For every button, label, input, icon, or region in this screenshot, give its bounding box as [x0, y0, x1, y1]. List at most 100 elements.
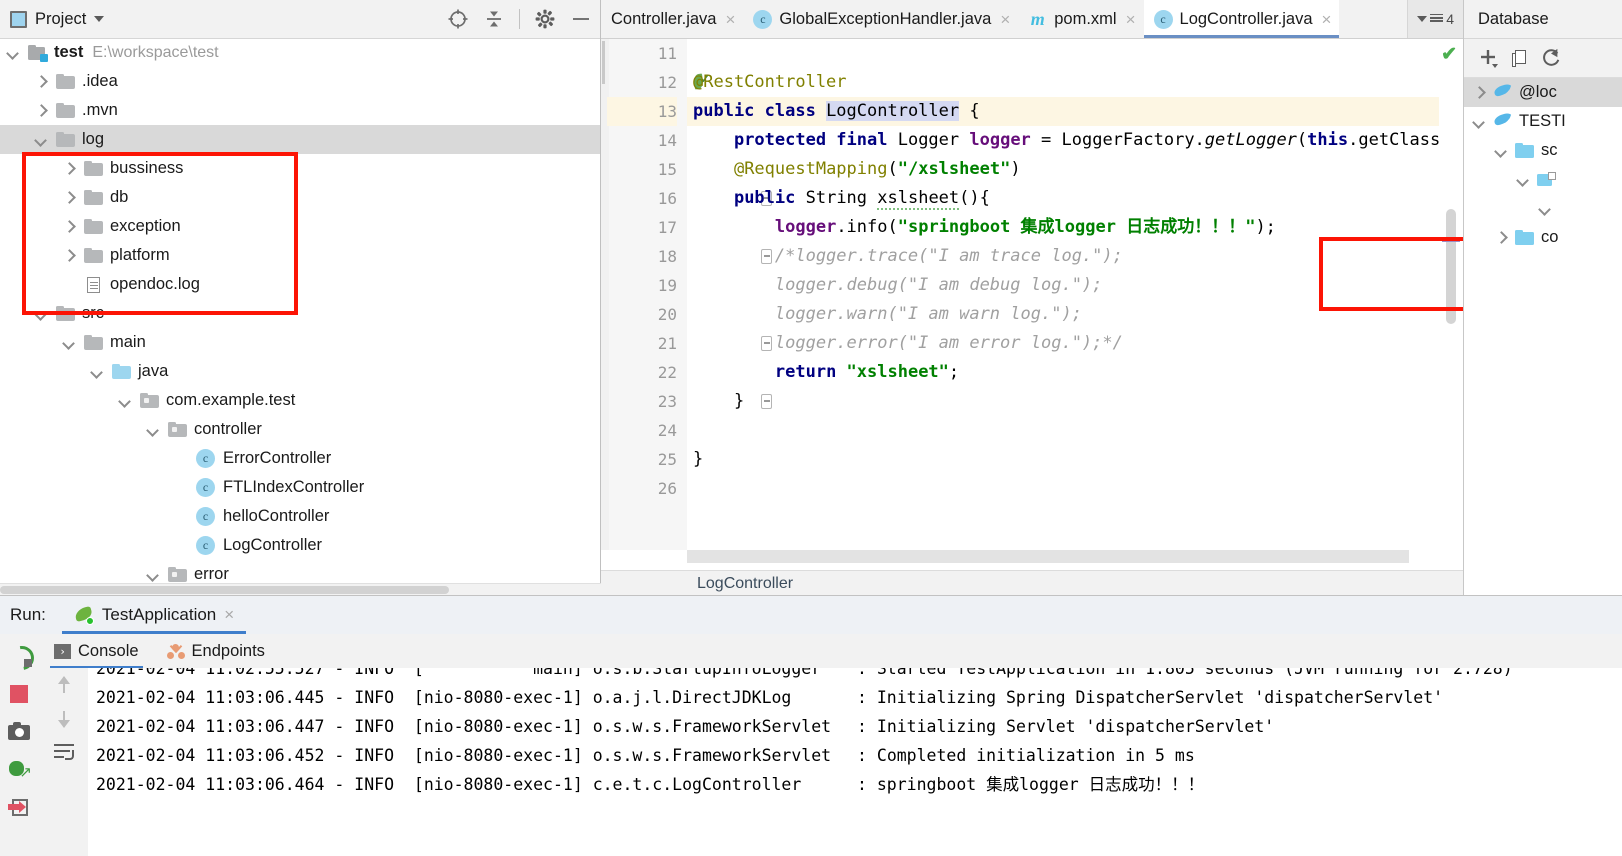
tree-row-.mvn[interactable]: .mvn: [0, 96, 600, 125]
tree-row-bussiness[interactable]: bussiness: [0, 154, 600, 183]
tree-row-java[interactable]: java: [0, 357, 600, 386]
gear-icon[interactable]: [534, 8, 556, 30]
debug-icon[interactable]: ↗: [8, 758, 32, 782]
screenshot-icon[interactable]: [8, 720, 32, 744]
tree-row-controller[interactable]: controller: [0, 415, 600, 444]
code-line[interactable]: }: [687, 387, 1439, 416]
chevron-right-icon[interactable]: [62, 162, 75, 175]
code-line[interactable]: }: [687, 445, 1439, 474]
close-icon[interactable]: ×: [998, 11, 1010, 28]
tree-row-LogController[interactable]: cLogController: [0, 531, 600, 560]
tree-row-error[interactable]: error: [0, 560, 600, 584]
tree-row-FTLIndexController[interactable]: cFTLIndexController: [0, 473, 600, 502]
duplicate-icon[interactable]: [1512, 50, 1527, 67]
close-icon[interactable]: ×: [1124, 11, 1136, 28]
run-subtab-console[interactable]: ›Console: [40, 634, 153, 668]
close-icon[interactable]: ×: [224, 605, 234, 625]
tree-row-exception[interactable]: exception: [0, 212, 600, 241]
code-line[interactable]: [687, 416, 1439, 445]
soft-wrap-icon[interactable]: [53, 742, 75, 762]
tree-row-platform[interactable]: platform: [0, 241, 600, 270]
tree-row-label: java: [138, 362, 168, 381]
tree-row-ErrorController[interactable]: cErrorController: [0, 444, 600, 473]
editor-tab-GlobalExceptionHandler-java[interactable]: cGlobalExceptionHandler.java×: [743, 0, 1018, 38]
chevron-right-icon[interactable]: [62, 220, 75, 233]
rerun-icon[interactable]: [8, 644, 32, 668]
editor-tab-Controller-java[interactable]: Controller.java×: [601, 0, 743, 38]
chevron-down-icon[interactable]: [62, 336, 75, 349]
tree-row-src[interactable]: src: [0, 299, 600, 328]
editor-tab-bar: Controller.java×cGlobalExceptionHandler.…: [601, 0, 1463, 39]
export-icon[interactable]: [8, 796, 32, 820]
run-subtab-endpoints[interactable]: Endpoints: [153, 634, 279, 668]
locate-icon[interactable]: [447, 8, 469, 30]
code-line[interactable]: [687, 474, 1439, 503]
chevron-down-icon[interactable]: [90, 365, 103, 378]
database-tree[interactable]: @locTESTI sc co: [1464, 78, 1622, 252]
code-line[interactable]: public class LogController {: [687, 97, 1439, 126]
editor-tab-LogController-java[interactable]: cLogController.java×: [1144, 0, 1340, 38]
refresh-icon[interactable]: [1541, 48, 1561, 68]
chevron-down-icon[interactable]: [146, 423, 159, 436]
inspection-ok-icon[interactable]: ✔︎: [1441, 45, 1457, 64]
chevron-right-icon[interactable]: [1494, 231, 1507, 244]
tree-row-com.example.test[interactable]: com.example.test: [0, 386, 600, 415]
chevron-right-icon[interactable]: [34, 75, 47, 88]
chevron-right-icon[interactable]: [34, 104, 47, 117]
tree-row-log[interactable]: log: [0, 125, 600, 154]
project-tree-hscrollbar[interactable]: [0, 583, 601, 595]
arrow-up-icon[interactable]: [53, 674, 75, 696]
tab-overflow-button[interactable]: 4: [1407, 0, 1463, 38]
database-tree-row[interactable]: @loc: [1464, 78, 1622, 107]
code-line[interactable]: @RestController: [687, 68, 1439, 97]
tree-row-test[interactable]: testE:\workspace\test: [0, 38, 600, 67]
chevron-down-icon[interactable]: [1472, 115, 1485, 128]
run-configuration-tab[interactable]: TestApplication ×: [62, 596, 246, 634]
database-tree-row[interactable]: TESTI: [1464, 107, 1622, 136]
tree-row-db[interactable]: db: [0, 183, 600, 212]
collapse-all-icon[interactable]: [483, 8, 505, 30]
code-line[interactable]: [687, 39, 1439, 68]
chevron-down-icon[interactable]: [118, 394, 131, 407]
chevron-down-icon[interactable]: [146, 568, 159, 581]
chevron-down-icon[interactable]: [34, 133, 47, 146]
tree-row-.idea[interactable]: .idea: [0, 67, 600, 96]
chevron-down-icon[interactable]: [1494, 144, 1507, 157]
database-row-label: sc: [1541, 141, 1558, 160]
chevron-right-icon[interactable]: [62, 249, 75, 262]
chevron-down-icon[interactable]: [6, 46, 19, 59]
arrow-down-icon[interactable]: [53, 708, 75, 730]
editor-tab-pom-xml[interactable]: mpom.xml×: [1018, 0, 1143, 38]
project-tree[interactable]: testE:\workspace\test.idea.mvnlogbussine…: [0, 38, 600, 584]
tree-row-opendoc.log[interactable]: opendoc.log: [0, 270, 600, 299]
database-tree-row[interactable]: sc: [1464, 136, 1622, 165]
chevron-down-icon[interactable]: [94, 16, 104, 22]
project-title-group[interactable]: Project: [0, 10, 104, 29]
chevron-down-icon[interactable]: [1516, 173, 1529, 186]
minimize-icon[interactable]: [570, 8, 592, 30]
tree-row-helloController[interactable]: chelloController: [0, 502, 600, 531]
chevron-down-icon[interactable]: [34, 307, 47, 320]
scrollbar-thumb[interactable]: [0, 586, 449, 594]
tree-row-main[interactable]: main: [0, 328, 600, 357]
database-tree-row[interactable]: [1464, 165, 1622, 194]
code-line[interactable]: logger.error("I am error log.");*/: [687, 329, 1439, 358]
console-output[interactable]: 2021-02-04 11:02:55.527 - INFO [ main] o…: [88, 668, 1622, 856]
close-icon[interactable]: ×: [723, 11, 735, 28]
database-tree-row[interactable]: [1464, 194, 1622, 223]
chevron-right-icon[interactable]: [1472, 86, 1485, 99]
code-line[interactable]: protected final Logger logger = LoggerFa…: [687, 126, 1439, 155]
database-panel-title[interactable]: Database: [1464, 0, 1622, 39]
code-line[interactable]: return "xslsheet";: [687, 358, 1439, 387]
code-line[interactable]: @RequestMapping("/xslsheet"): [687, 155, 1439, 184]
breadcrumb[interactable]: LogController: [601, 570, 1463, 596]
chevron-down-icon[interactable]: [1538, 202, 1551, 215]
stop-icon[interactable]: [8, 682, 32, 706]
close-icon[interactable]: ×: [1320, 11, 1332, 28]
chevron-right-icon[interactable]: [62, 191, 75, 204]
code-line[interactable]: public String xslsheet(){: [687, 184, 1439, 213]
editor-horizontal-scrollbar[interactable]: [687, 550, 1409, 563]
code-editor[interactable]: 11121314151617181920212223242526 ✓c @Res…: [601, 39, 1463, 596]
database-tree-row[interactable]: co: [1464, 223, 1622, 252]
add-icon[interactable]: [1478, 48, 1498, 68]
